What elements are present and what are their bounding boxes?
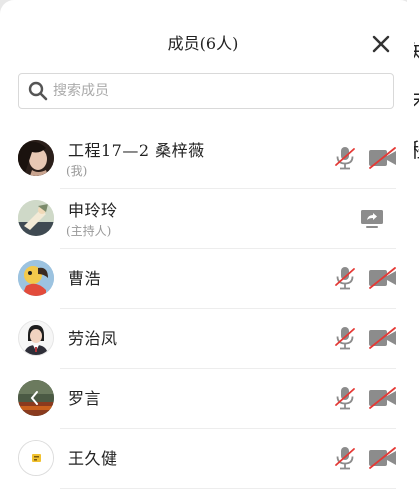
camera-off-icon[interactable]: [368, 387, 398, 409]
member-name: 罗言: [68, 389, 102, 408]
panel-title: 成员(6人): [167, 34, 239, 53]
mic-muted-icon[interactable]: [334, 325, 356, 351]
avatar: [18, 440, 54, 476]
member-row[interactable]: 工程17—2 桑梓薇 (我): [0, 129, 414, 189]
members-panel: 成员(6人) 工程17—2 桑梓薇 (我): [0, 0, 414, 500]
search-input[interactable]: [53, 74, 383, 108]
row-divider: [60, 488, 396, 489]
member-name: 工程17—2 桑梓薇: [68, 141, 205, 160]
avatar: [18, 380, 54, 416]
close-button[interactable]: [368, 31, 394, 57]
avatar: [18, 140, 54, 176]
mic-muted-icon[interactable]: [334, 145, 356, 171]
mic-muted-icon[interactable]: [334, 265, 356, 291]
camera-off-icon[interactable]: [368, 267, 398, 289]
member-role-tag: (我): [66, 164, 88, 178]
member-role-tag: (主持人): [66, 224, 112, 238]
avatar: [18, 260, 54, 296]
member-row[interactable]: 曹浩: [0, 249, 414, 309]
camera-off-icon[interactable]: [368, 147, 398, 169]
member-row[interactable]: 罗言: [0, 369, 414, 429]
member-row[interactable]: 劳治凤: [0, 309, 414, 369]
member-name: 曹浩: [68, 269, 102, 288]
avatar: [18, 320, 54, 356]
mic-muted-icon[interactable]: [334, 385, 356, 411]
member-name: 劳治凤: [68, 329, 118, 348]
search-icon: [28, 81, 48, 101]
close-icon: [372, 35, 390, 53]
mic-muted-icon[interactable]: [334, 445, 356, 471]
avatar: [18, 200, 54, 236]
member-row[interactable]: 王久健: [0, 429, 414, 489]
member-row[interactable]: 申玲玲 (主持人): [0, 189, 414, 249]
member-name: 申玲玲: [68, 201, 118, 220]
camera-off-icon[interactable]: [368, 327, 398, 349]
member-search[interactable]: [18, 73, 394, 109]
member-name: 王久健: [68, 449, 118, 468]
screen-share-icon[interactable]: [360, 209, 384, 229]
camera-off-icon[interactable]: [368, 447, 398, 469]
